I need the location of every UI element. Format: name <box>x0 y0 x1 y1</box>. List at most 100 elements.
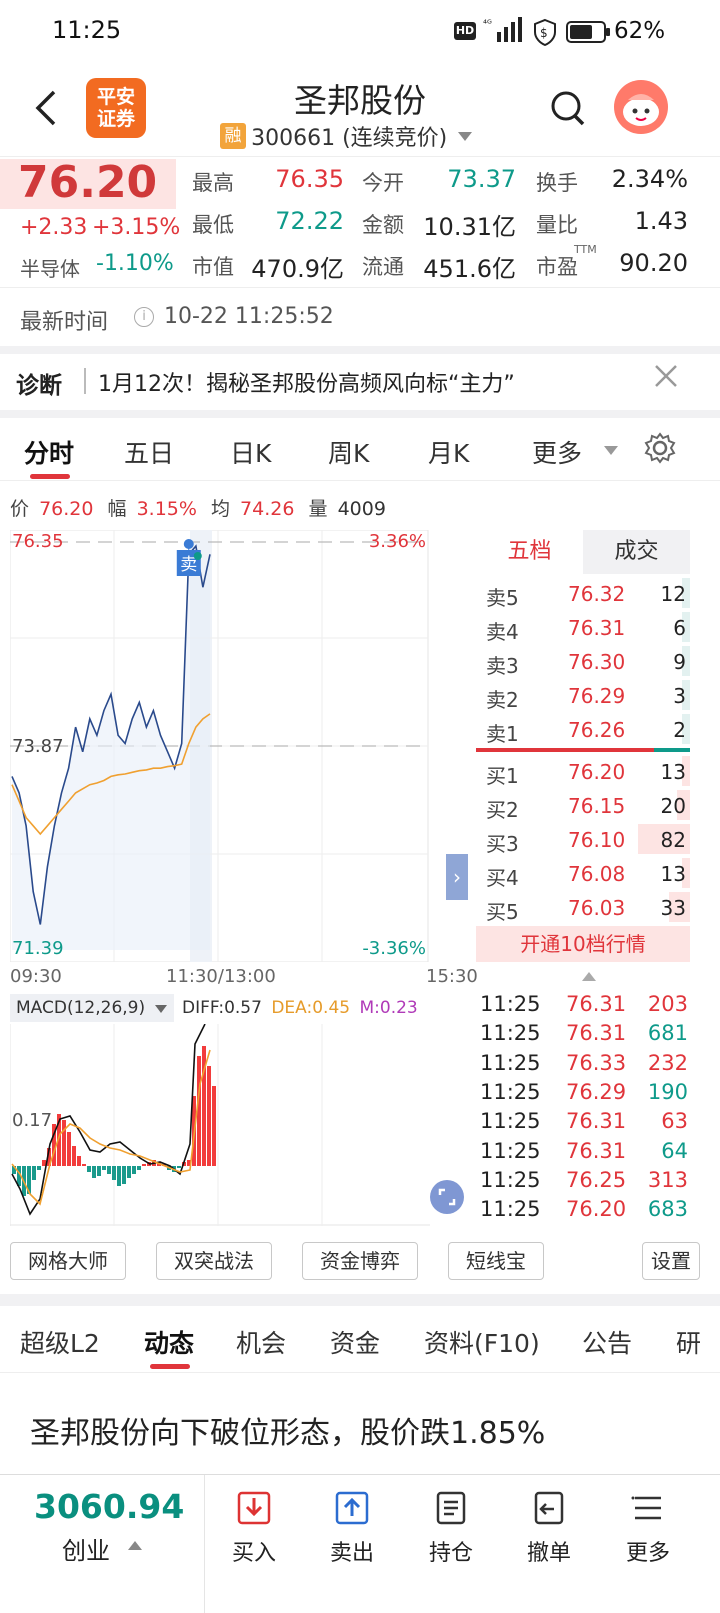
action-more-menu-button[interactable]: 更多 <box>599 1475 697 1613</box>
macd-selector[interactable]: MACD(12,26,9) <box>10 994 174 1022</box>
macd-m: M:0.23 <box>359 998 418 1018</box>
diagnosis-bar[interactable]: 诊断 1月12次！揭秘圣邦股份高频风向标“主力” <box>0 354 720 410</box>
macd-bar <box>72 1146 76 1166</box>
macd-bar <box>207 1066 211 1166</box>
open-level10-button[interactable]: 开通10档行情 <box>476 926 690 962</box>
tool-grid-master[interactable]: 网格大师 <box>10 1242 126 1280</box>
avatar[interactable] <box>614 80 668 134</box>
orderbook-row[interactable]: 卖2 76.29 3 <box>476 678 690 712</box>
caret-up-icon[interactable] <box>582 972 596 981</box>
quote-panel: 76.20 +2.33 +3.15% 半导体 -1.10% 最高 76.35 今开 7… <box>0 156 720 287</box>
trade-time: 11:25 <box>480 992 541 1016</box>
sell-marker-dot <box>183 539 194 549</box>
index-name: 创业 <box>62 1537 110 1565</box>
level-price: 76.30 <box>568 650 626 674</box>
orderbook-row[interactable]: 买5 76.03 33 <box>476 890 690 924</box>
action-label: 撤单 <box>526 1541 571 1566</box>
price-change-pct: +3.15% <box>92 215 181 240</box>
macd-bar <box>102 1166 106 1170</box>
tool-short-line[interactable]: 短线宝 <box>448 1242 544 1280</box>
level-price: 76.10 <box>568 828 626 852</box>
level-price: 76.32 <box>568 582 626 606</box>
sector-name[interactable]: 半导体 <box>20 253 80 282</box>
tab-weekly-k[interactable]: 周K <box>328 434 369 470</box>
expand-orderbook-button[interactable]: › <box>446 854 468 900</box>
tab-daily-k[interactable]: 日K <box>230 434 271 470</box>
level-price: 76.29 <box>568 684 626 708</box>
close-button[interactable] <box>652 362 680 394</box>
index-ticker[interactable]: 3060.94 创业 <box>0 1475 205 1613</box>
tool-double-breakout[interactable]: 双突战法 <box>156 1242 272 1280</box>
index-value: 3060.94 <box>34 1487 185 1526</box>
macd-bar <box>112 1166 116 1180</box>
trade-price: 76.31 <box>566 1109 627 1134</box>
action-label: 买入 <box>231 1541 276 1566</box>
action-position-button[interactable]: 持仓 <box>402 1475 500 1613</box>
trade-time: 11:25 <box>480 1167 541 1192</box>
tab-super-l2[interactable]: 超级L2 <box>20 1324 100 1360</box>
tab-trades[interactable]: 成交 <box>583 530 690 574</box>
fullscreen-button[interactable] <box>430 1180 464 1214</box>
tab-announcements[interactable]: 公告 <box>582 1324 632 1360</box>
action-cancel-order-button[interactable]: 撤单 <box>500 1475 598 1613</box>
action-label: 卖出 <box>329 1541 374 1566</box>
orderbook-row[interactable]: 买2 76.15 20 <box>476 788 690 822</box>
level-label: 卖1 <box>486 722 519 746</box>
chart-settings-button[interactable] <box>644 432 676 468</box>
tab-5day[interactable]: 五日 <box>124 434 174 470</box>
orderbook-row[interactable]: 卖3 76.30 9 <box>476 644 690 678</box>
tool-capital-game[interactable]: 资金博弈 <box>302 1242 418 1280</box>
search-button[interactable] <box>550 90 586 132</box>
tool-settings[interactable]: 设置 <box>642 1242 700 1280</box>
tab-capital[interactable]: 资金 <box>330 1324 380 1360</box>
tab-intraday[interactable]: 分时 <box>24 434 74 470</box>
tab-opportunity[interactable]: 机会 <box>236 1324 286 1360</box>
info-icon[interactable]: i <box>134 307 154 327</box>
trade-price: 76.33 <box>566 1050 627 1075</box>
action-buy-button[interactable]: 买入 <box>205 1475 303 1613</box>
orderbook-row[interactable]: 买1 76.20 13 <box>476 754 690 788</box>
quote-value: 72.22 <box>275 207 344 235</box>
x-tick-mid: 11:30/13:00 <box>166 966 276 987</box>
tab-monthly-k[interactable]: 月K <box>428 434 469 470</box>
intraday-chart[interactable]: 卖76.35 3.36%73.8771.39 -3.36% <box>10 530 430 962</box>
level-price: 76.08 <box>568 862 626 886</box>
stock-subtitle[interactable]: 融 300661 (连续竞价) <box>220 120 473 152</box>
tab-news-feed[interactable]: 动态 <box>144 1324 194 1360</box>
trade-price: 76.31 <box>566 1021 627 1046</box>
level-volume: 6 <box>673 616 686 640</box>
margin-badge: 融 <box>220 123 246 149</box>
quote-value: 10.31亿 <box>423 213 516 241</box>
action-sell-button[interactable]: 卖出 <box>303 1475 401 1613</box>
macd-chart[interactable]: 0.17 <box>10 1024 430 1226</box>
fullscreen-icon <box>438 1188 456 1206</box>
quote-label: 换手 <box>536 171 578 195</box>
orderbook-row[interactable]: 卖4 76.31 6 <box>476 610 690 644</box>
action-label: 持仓 <box>428 1541 473 1566</box>
current-price: 76.20 <box>18 157 158 208</box>
quote-label: 最高 <box>192 171 234 195</box>
news-headline[interactable]: 圣邦股份向下破位形态，股价跌1.85% <box>30 1408 545 1452</box>
macd-bar <box>67 1132 71 1166</box>
orderbook-row[interactable]: 卖1 76.26 2 <box>476 712 690 746</box>
caret-down-icon <box>458 131 473 141</box>
macd-bar <box>117 1166 121 1186</box>
caret-down-icon <box>154 1005 167 1013</box>
divider <box>0 287 720 288</box>
tab-more[interactable]: 更多 <box>532 434 582 470</box>
gear-icon <box>644 432 676 464</box>
orderbook-row[interactable]: 卖5 76.32 12 <box>476 576 690 610</box>
trade-volume: 64 <box>661 1138 688 1163</box>
macd-bar <box>137 1166 141 1170</box>
macd-bar <box>82 1164 86 1166</box>
tab-f10[interactable]: 资料(F10) <box>424 1324 540 1360</box>
x-tick-end: 15:30 <box>426 966 478 987</box>
orderbook-row[interactable]: 买4 76.08 13 <box>476 856 690 890</box>
orderbook-row[interactable]: 买3 76.10 82 <box>476 822 690 856</box>
trade-row: 11:25 76.31 64 <box>478 1137 690 1166</box>
bid-ask-bar-red <box>476 748 654 752</box>
tab-level5[interactable]: 五档 <box>476 530 583 574</box>
pct-tick-low: -3.36% <box>362 938 426 959</box>
tab-research[interactable]: 研 <box>676 1324 701 1360</box>
tab-indicator <box>150 1364 190 1369</box>
